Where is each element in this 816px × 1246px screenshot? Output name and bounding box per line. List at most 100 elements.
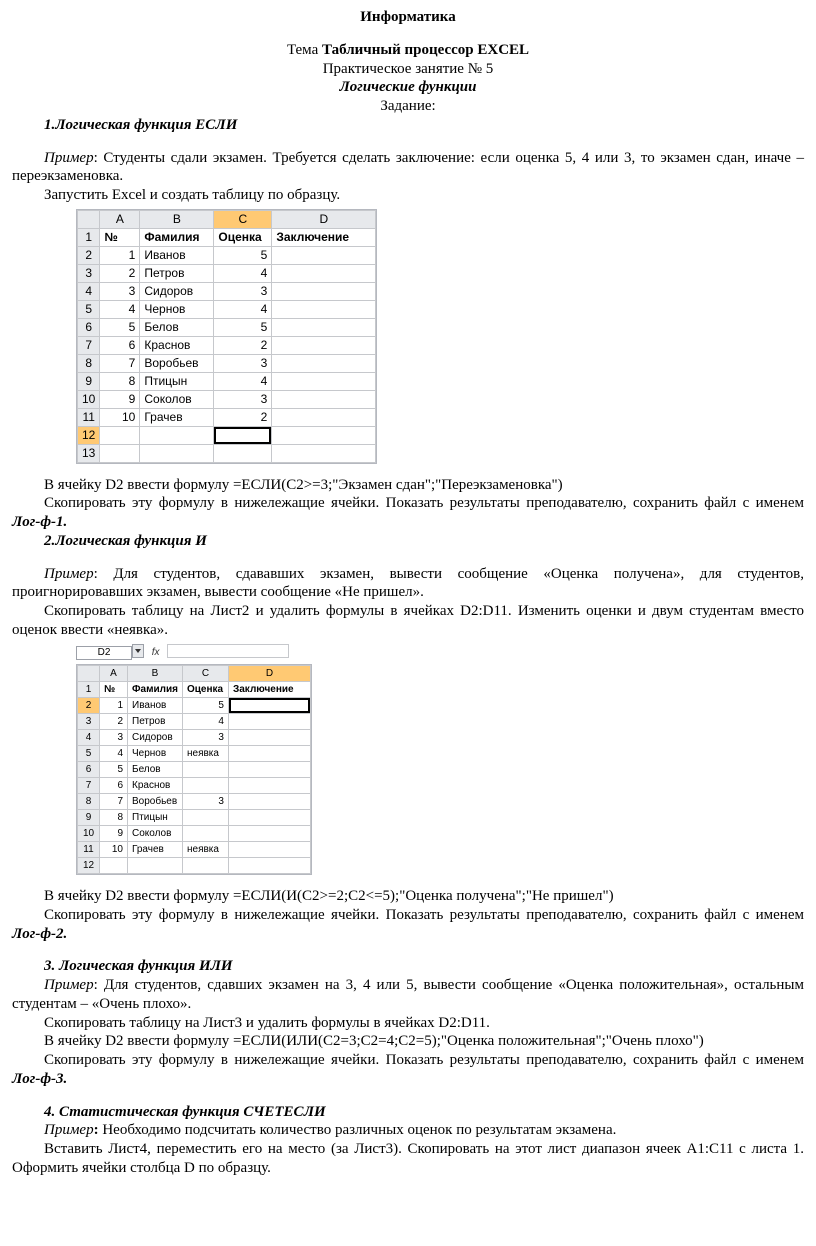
cell[interactable]: 2 [214,408,272,426]
row-hdr[interactable]: 10 [78,390,100,408]
cell[interactable]: 3 [100,282,140,300]
selected-cell[interactable] [214,426,272,444]
cell[interactable] [140,426,214,444]
cell[interactable]: Петров [140,264,214,282]
cell[interactable]: Воробьев [140,354,214,372]
cell[interactable] [228,730,310,746]
cell[interactable] [128,858,183,874]
cell[interactable] [228,762,310,778]
cell[interactable]: Краснов [128,778,183,794]
cell[interactable]: Заключение [228,682,310,698]
row-hdr[interactable]: 9 [78,810,100,826]
row-hdr[interactable]: 4 [78,282,100,300]
cell[interactable]: № [100,682,128,698]
cell[interactable]: 10 [100,842,128,858]
cell[interactable] [272,300,376,318]
cell[interactable] [182,826,228,842]
cell[interactable] [214,444,272,462]
col-B[interactable]: B [128,666,183,682]
cell[interactable]: 3 [214,354,272,372]
cell[interactable]: 1 [100,698,128,714]
cell[interactable]: 9 [100,826,128,842]
cell[interactable] [182,858,228,874]
cell[interactable]: 3 [182,730,228,746]
cell[interactable]: неявка [182,842,228,858]
row-hdr[interactable]: 13 [78,444,100,462]
cell[interactable]: Иванов [128,698,183,714]
xl-corner[interactable] [78,666,100,682]
cell[interactable]: 8 [100,372,140,390]
col-C[interactable]: C [214,210,272,228]
row-hdr[interactable]: 8 [78,354,100,372]
cell[interactable] [272,390,376,408]
cell[interactable] [182,762,228,778]
selected-cell[interactable] [228,698,310,714]
cell[interactable]: Иванов [140,246,214,264]
cell[interactable] [272,372,376,390]
col-C[interactable]: C [182,666,228,682]
cell[interactable]: Грачев [140,408,214,426]
cell[interactable] [140,444,214,462]
cell[interactable] [272,336,376,354]
cell[interactable] [272,426,376,444]
cell[interactable] [228,810,310,826]
cell[interactable] [272,246,376,264]
cell[interactable] [100,444,140,462]
cell[interactable]: неявка [182,746,228,762]
cell[interactable] [228,826,310,842]
cell[interactable]: 5 [100,318,140,336]
cell[interactable]: 10 [100,408,140,426]
row-1[interactable]: 1 [78,682,100,698]
cell[interactable] [228,858,310,874]
cell[interactable] [228,714,310,730]
cell[interactable]: 3 [100,730,128,746]
row-hdr[interactable]: 5 [78,746,100,762]
cell[interactable]: Оценка [182,682,228,698]
formula-input[interactable] [167,644,289,658]
cell[interactable]: Чернов [128,746,183,762]
col-A[interactable]: A [100,210,140,228]
cell[interactable]: 4 [182,714,228,730]
col-D[interactable]: D [272,210,376,228]
cell[interactable]: Воробьев [128,794,183,810]
cell[interactable]: Птицын [128,810,183,826]
cell[interactable]: 2 [100,714,128,730]
row-hdr[interactable]: 2 [78,246,100,264]
cell[interactable]: 3 [214,282,272,300]
cell[interactable]: 3 [182,794,228,810]
row-hdr[interactable]: 12 [78,426,100,444]
name-box-dropdown-icon[interactable] [132,644,144,658]
cell[interactable]: Сидоров [140,282,214,300]
cell[interactable]: 7 [100,794,128,810]
cell[interactable]: 4 [100,300,140,318]
cell[interactable]: Чернов [140,300,214,318]
cell[interactable]: 6 [100,778,128,794]
cell[interactable] [272,444,376,462]
cell[interactable]: 4 [214,372,272,390]
cell[interactable]: 4 [214,264,272,282]
cell[interactable] [228,794,310,810]
row-hdr[interactable]: 2 [78,698,100,714]
cell[interactable]: 5 [182,698,228,714]
row-hdr[interactable]: 7 [78,336,100,354]
cell[interactable]: Фамилия [128,682,183,698]
cell[interactable]: 4 [214,300,272,318]
cell[interactable]: Сидоров [128,730,183,746]
cell[interactable]: № [100,228,140,246]
cell[interactable]: Соколов [128,826,183,842]
cell[interactable]: Белов [128,762,183,778]
row-hdr[interactable]: 6 [78,762,100,778]
cell[interactable]: Заключение [272,228,376,246]
cell[interactable] [100,426,140,444]
cell[interactable] [272,264,376,282]
row-hdr[interactable]: 12 [78,858,100,874]
cell[interactable] [272,318,376,336]
row-1[interactable]: 1 [78,228,100,246]
row-hdr[interactable]: 8 [78,794,100,810]
cell[interactable]: Белов [140,318,214,336]
row-hdr[interactable]: 10 [78,826,100,842]
row-hdr[interactable]: 11 [78,842,100,858]
fx-icon[interactable]: fx [148,647,164,660]
cell[interactable]: 6 [100,336,140,354]
cell[interactable]: Оценка [214,228,272,246]
